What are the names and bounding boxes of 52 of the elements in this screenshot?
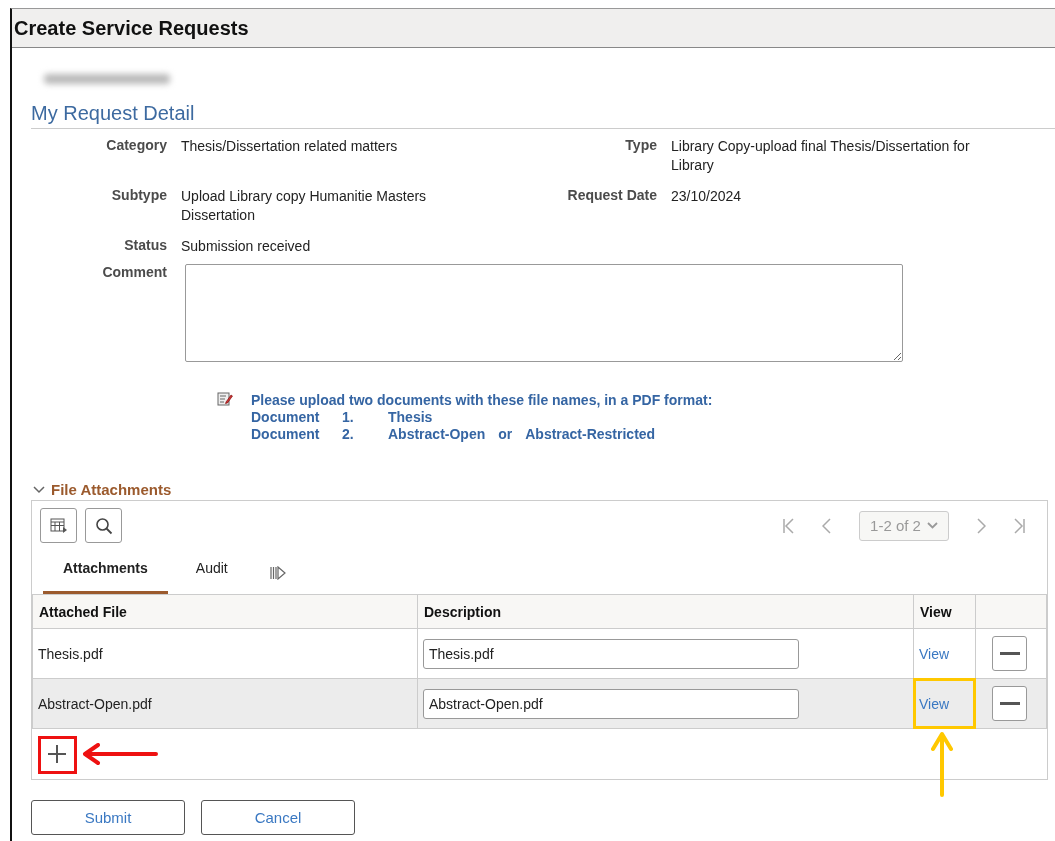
show-all-columns-icon[interactable]: [269, 566, 286, 580]
table-cell: Thesis.pdf: [38, 645, 103, 662]
instruction-text: 2.: [342, 426, 355, 443]
instruction-text: Please upload two documents with these file names, in a PDF format:: [251, 392, 713, 409]
description-field[interactable]: Thesis.pdf: [423, 638, 799, 669]
column-header: View: [913, 594, 976, 629]
pointer-arrow: [931, 731, 953, 797]
table-cell: Abstract-Open.pdf: [38, 695, 152, 712]
instruction-text: Thesis: [388, 409, 434, 426]
grid-settings-button[interactable]: [40, 508, 77, 543]
instruction-text: Document: [251, 426, 321, 443]
field-value: Library Copy-upload final Thesis/Dissertation for Library: [671, 137, 971, 175]
chevron-down-icon[interactable]: [33, 485, 45, 494]
note-pencil-icon: [217, 392, 233, 406]
search-button[interactable]: [85, 508, 122, 543]
instruction-text: Abstract-Open: [388, 426, 487, 443]
field-label: Subtype: [110, 187, 168, 203]
view-link[interactable]: View: [919, 695, 950, 712]
window-title: Create Service Requests: [14, 16, 249, 40]
tab[interactable]: Audit: [175, 556, 248, 594]
description-field[interactable]: Abstract-Open.pdf: [423, 688, 799, 719]
instruction-text: 1.: [342, 409, 355, 426]
field-label: Status: [123, 237, 168, 253]
plus-icon: [48, 745, 66, 763]
section-title: My Request Detail: [31, 102, 1055, 129]
table-icon: [49, 517, 68, 534]
field-label: Request Date: [566, 187, 658, 203]
field-label: Comment: [101, 264, 168, 282]
field-value: 23/10/2024: [671, 187, 743, 206]
table-row[interactable]: Thesis.pdf Thesis.pdf View: [32, 628, 1047, 679]
view-link[interactable]: View: [919, 645, 950, 662]
section-title: File Attachments: [51, 481, 172, 498]
column-header: Description: [417, 594, 914, 629]
table-row[interactable]: Abstract-Open.pdf Abstract-Open.pdf View: [32, 678, 1047, 729]
instruction-text: or: [498, 426, 514, 443]
minus-icon: [999, 702, 1020, 705]
instruction-text: Document: [251, 409, 321, 426]
column-header: Attached File: [32, 594, 418, 629]
instruction-text: Abstract-Restricted: [525, 426, 657, 443]
comment-field[interactable]: [185, 264, 903, 362]
field-value: Submission received: [181, 237, 312, 256]
remove-row-button[interactable]: [992, 636, 1027, 671]
remove-row-button[interactable]: [992, 686, 1027, 721]
field-label: Category: [105, 137, 168, 153]
action-button[interactable]: Submit: [31, 800, 185, 835]
search-icon: [94, 516, 113, 535]
action-button[interactable]: Cancel: [201, 800, 355, 835]
field-label: Type: [624, 137, 658, 153]
field-value: Thesis/Dissertation related matters: [181, 137, 399, 156]
field-value: Upload Library copy Humanitie Masters Dissertation: [181, 187, 428, 225]
chevron-down-icon: [926, 522, 938, 529]
minus-icon: [999, 652, 1020, 655]
